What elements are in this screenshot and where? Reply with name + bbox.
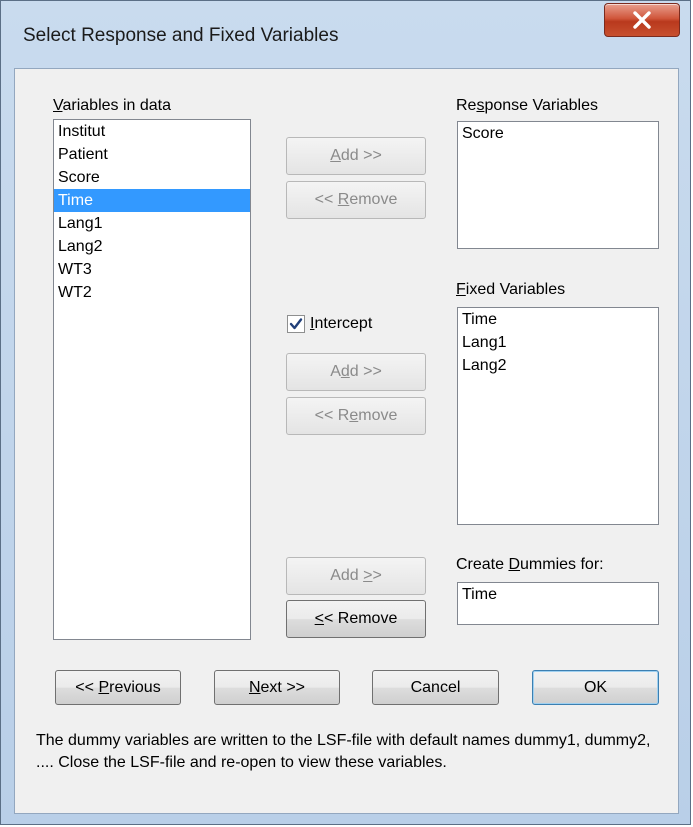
intercept-checkbox[interactable] (287, 315, 305, 333)
dialog-window: Select Response and Fixed Variables Vari… (0, 0, 691, 825)
fixed-add-button[interactable]: Add >> (286, 353, 426, 391)
list-item-selected[interactable]: Time (54, 189, 250, 212)
previous-button[interactable]: << Previous (55, 670, 181, 705)
response-add-button[interactable]: Add >> (286, 137, 426, 175)
close-button[interactable] (604, 3, 680, 37)
close-icon (633, 11, 651, 29)
window-title: Select Response and Fixed Variables (23, 25, 339, 46)
list-item[interactable]: Score (54, 166, 250, 189)
response-variables-label: Response Variables (456, 97, 599, 114)
cancel-button[interactable]: Cancel (372, 670, 499, 705)
variables-in-data-label: Variables in data (53, 97, 171, 114)
list-item[interactable]: Lang1 (458, 331, 658, 354)
title-bar[interactable]: Select Response and Fixed Variables (1, 1, 690, 69)
dialog-client-area: Variables in data Institut Patient Score… (14, 68, 679, 814)
list-item[interactable]: Score (458, 122, 658, 145)
checkmark-icon (289, 318, 303, 330)
list-item[interactable]: WT2 (54, 281, 250, 304)
response-remove-button[interactable]: << Remove (286, 181, 426, 219)
list-item[interactable]: Lang1 (54, 212, 250, 235)
next-button[interactable]: Next >> (214, 670, 340, 705)
fixed-remove-button[interactable]: << Remove (286, 397, 426, 435)
dummies-add-button[interactable]: Add >> (286, 557, 426, 595)
list-item[interactable]: Lang2 (458, 354, 658, 377)
list-item[interactable]: Lang2 (54, 235, 250, 258)
fixed-variables-list[interactable]: Time Lang1 Lang2 (457, 307, 659, 525)
create-dummies-label: Create Dummies for: (456, 556, 604, 573)
dummy-variables-note: The dummy variables are written to the L… (36, 732, 651, 771)
fixed-variables-label: Fixed Variables (456, 281, 566, 298)
variables-in-data-list[interactable]: Institut Patient Score Time Lang1 Lang2 … (53, 119, 251, 640)
list-item[interactable]: Institut (54, 120, 250, 143)
ok-button[interactable]: OK (532, 670, 659, 705)
list-item[interactable]: Time (458, 308, 658, 331)
response-variables-list[interactable]: Score (457, 121, 659, 249)
dummies-remove-button[interactable]: << Remove (286, 600, 426, 638)
list-item[interactable]: WT3 (54, 258, 250, 281)
create-dummies-list[interactable]: Time (457, 582, 659, 625)
intercept-label[interactable]: Intercept (310, 315, 372, 333)
list-item[interactable]: Time (458, 583, 658, 606)
list-item[interactable]: Patient (54, 143, 250, 166)
